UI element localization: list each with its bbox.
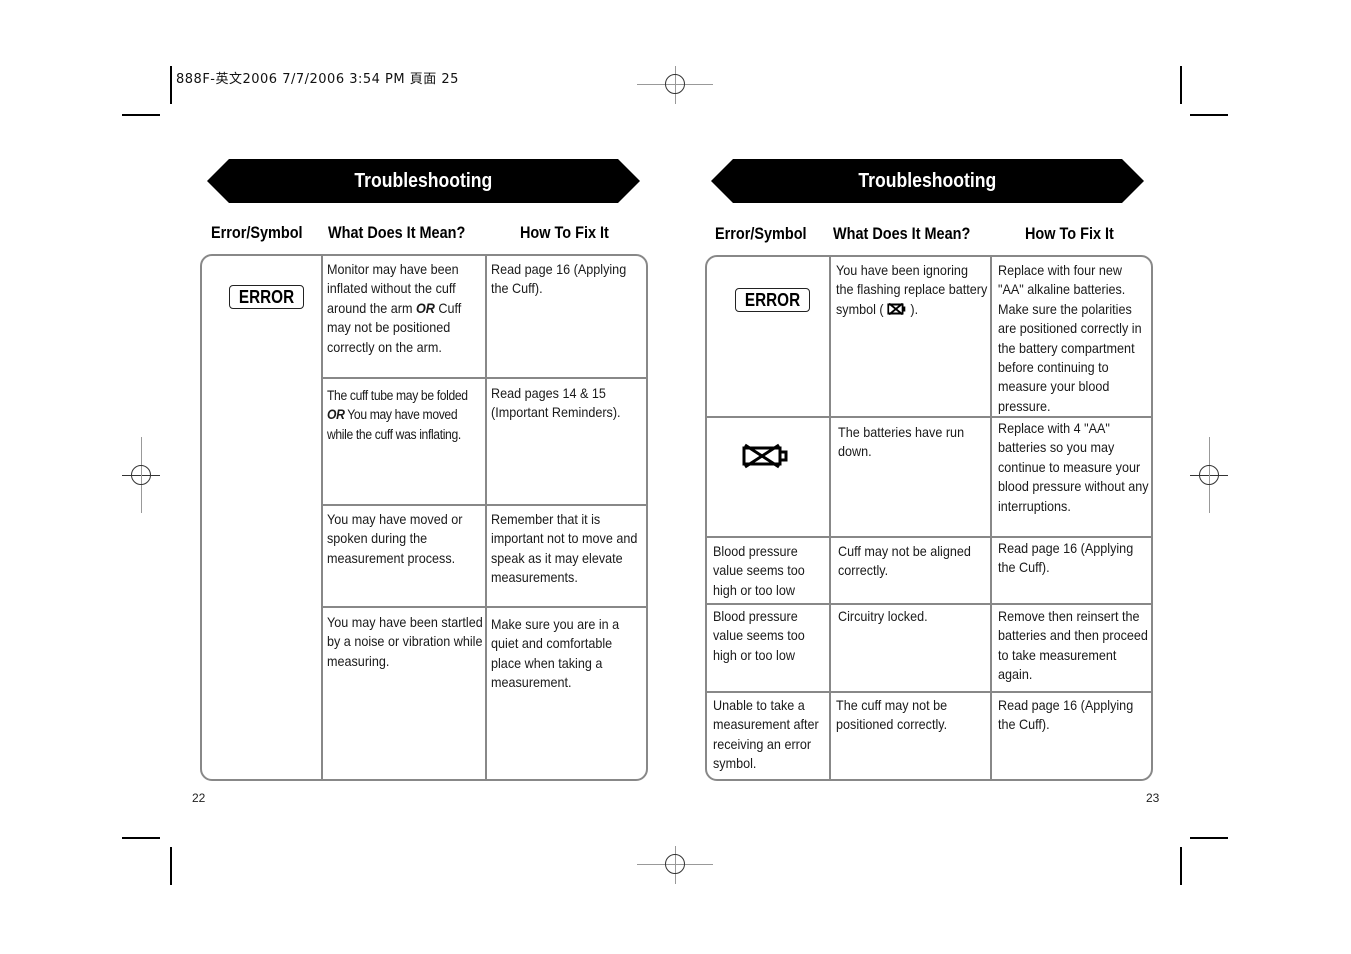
table-row-fix: Read page 16 (Applying the Cuff). [998,540,1134,576]
table-row-fix: Make sure you are in a quiet and comfort… [491,616,620,691]
low-battery-icon [742,443,792,474]
section-title: Troubleshooting [858,169,997,192]
column-header-error-symbol: Error/Symbol [715,224,807,243]
error-display-icon: ERROR [229,285,305,309]
troubleshooting-table: ERROR Monitor may have been inflated wit… [200,254,648,781]
table-row-fix: Remove then reinsert the batteries and t… [998,608,1148,683]
table-row-meaning: The batteries have run down. [838,424,965,460]
table-row-fix: Read page 16 (Applying the Cuff). [491,261,627,297]
table-row-meaning: You may have been startled by a noise or… [327,614,483,669]
section-title: Troubleshooting [354,169,493,192]
table-row-fix: Read page 16 (Applying the Cuff). [998,697,1134,733]
table-row-symbol: Unable to take a measurement after recei… [713,697,819,772]
table-row-meaning: Cuff may not be aligned correctly. [838,543,971,579]
crop-mark [122,837,160,839]
section-banner: Troubleshooting [711,159,1144,203]
table-row-fix: Read pages 14 & 15 (Important Reminders)… [491,385,621,421]
table-row-meaning: You have been ignoring the flashing repl… [836,262,988,317]
error-display-icon: ERROR [735,288,811,312]
table-row-meaning: The cuff may not be positioned correctly… [836,697,948,733]
troubleshooting-table: ERROR You have been ignoring the flashin… [705,255,1153,781]
crop-mark [1190,837,1228,839]
column-header-fix: How To Fix It [1025,224,1114,243]
low-battery-icon [887,302,906,316]
table-row-meaning: The cuff tube may be folded OR You may h… [327,388,468,442]
table-row-fix: Replace with four new "AA" alkaline batt… [998,262,1142,414]
column-header-fix: How To Fix It [520,223,609,242]
crop-mark [1180,66,1182,104]
page-number: 22 [192,791,206,805]
column-header-meaning: What Does It Mean? [328,223,466,242]
crop-mark [170,847,172,885]
table-row-meaning: Circuitry locked. [838,608,928,624]
column-header-error-symbol: Error/Symbol [211,223,303,242]
print-slug: 888F-英文2006 7/7/2006 3:54 PM 頁面 25 [176,72,459,87]
table-row-fix: Replace with 4 "AA" batteries so you may… [998,420,1149,514]
table-row-meaning: Monitor may have been inflated without t… [327,261,462,355]
table-row-symbol: Blood pressure value seems too high or t… [713,543,805,598]
section-banner: Troubleshooting [207,159,640,203]
column-header-meaning: What Does It Mean? [833,224,971,243]
crop-mark [1180,847,1182,885]
table-row-meaning: You may have moved or spoken during the … [327,511,463,566]
crop-mark [170,66,172,104]
crop-mark [122,114,160,116]
crop-mark [1190,114,1228,116]
table-row-symbol: Blood pressure value seems too high or t… [713,608,805,663]
table-row-fix: Remember that it is important not to mov… [491,511,638,586]
page-number: 23 [1146,791,1160,805]
